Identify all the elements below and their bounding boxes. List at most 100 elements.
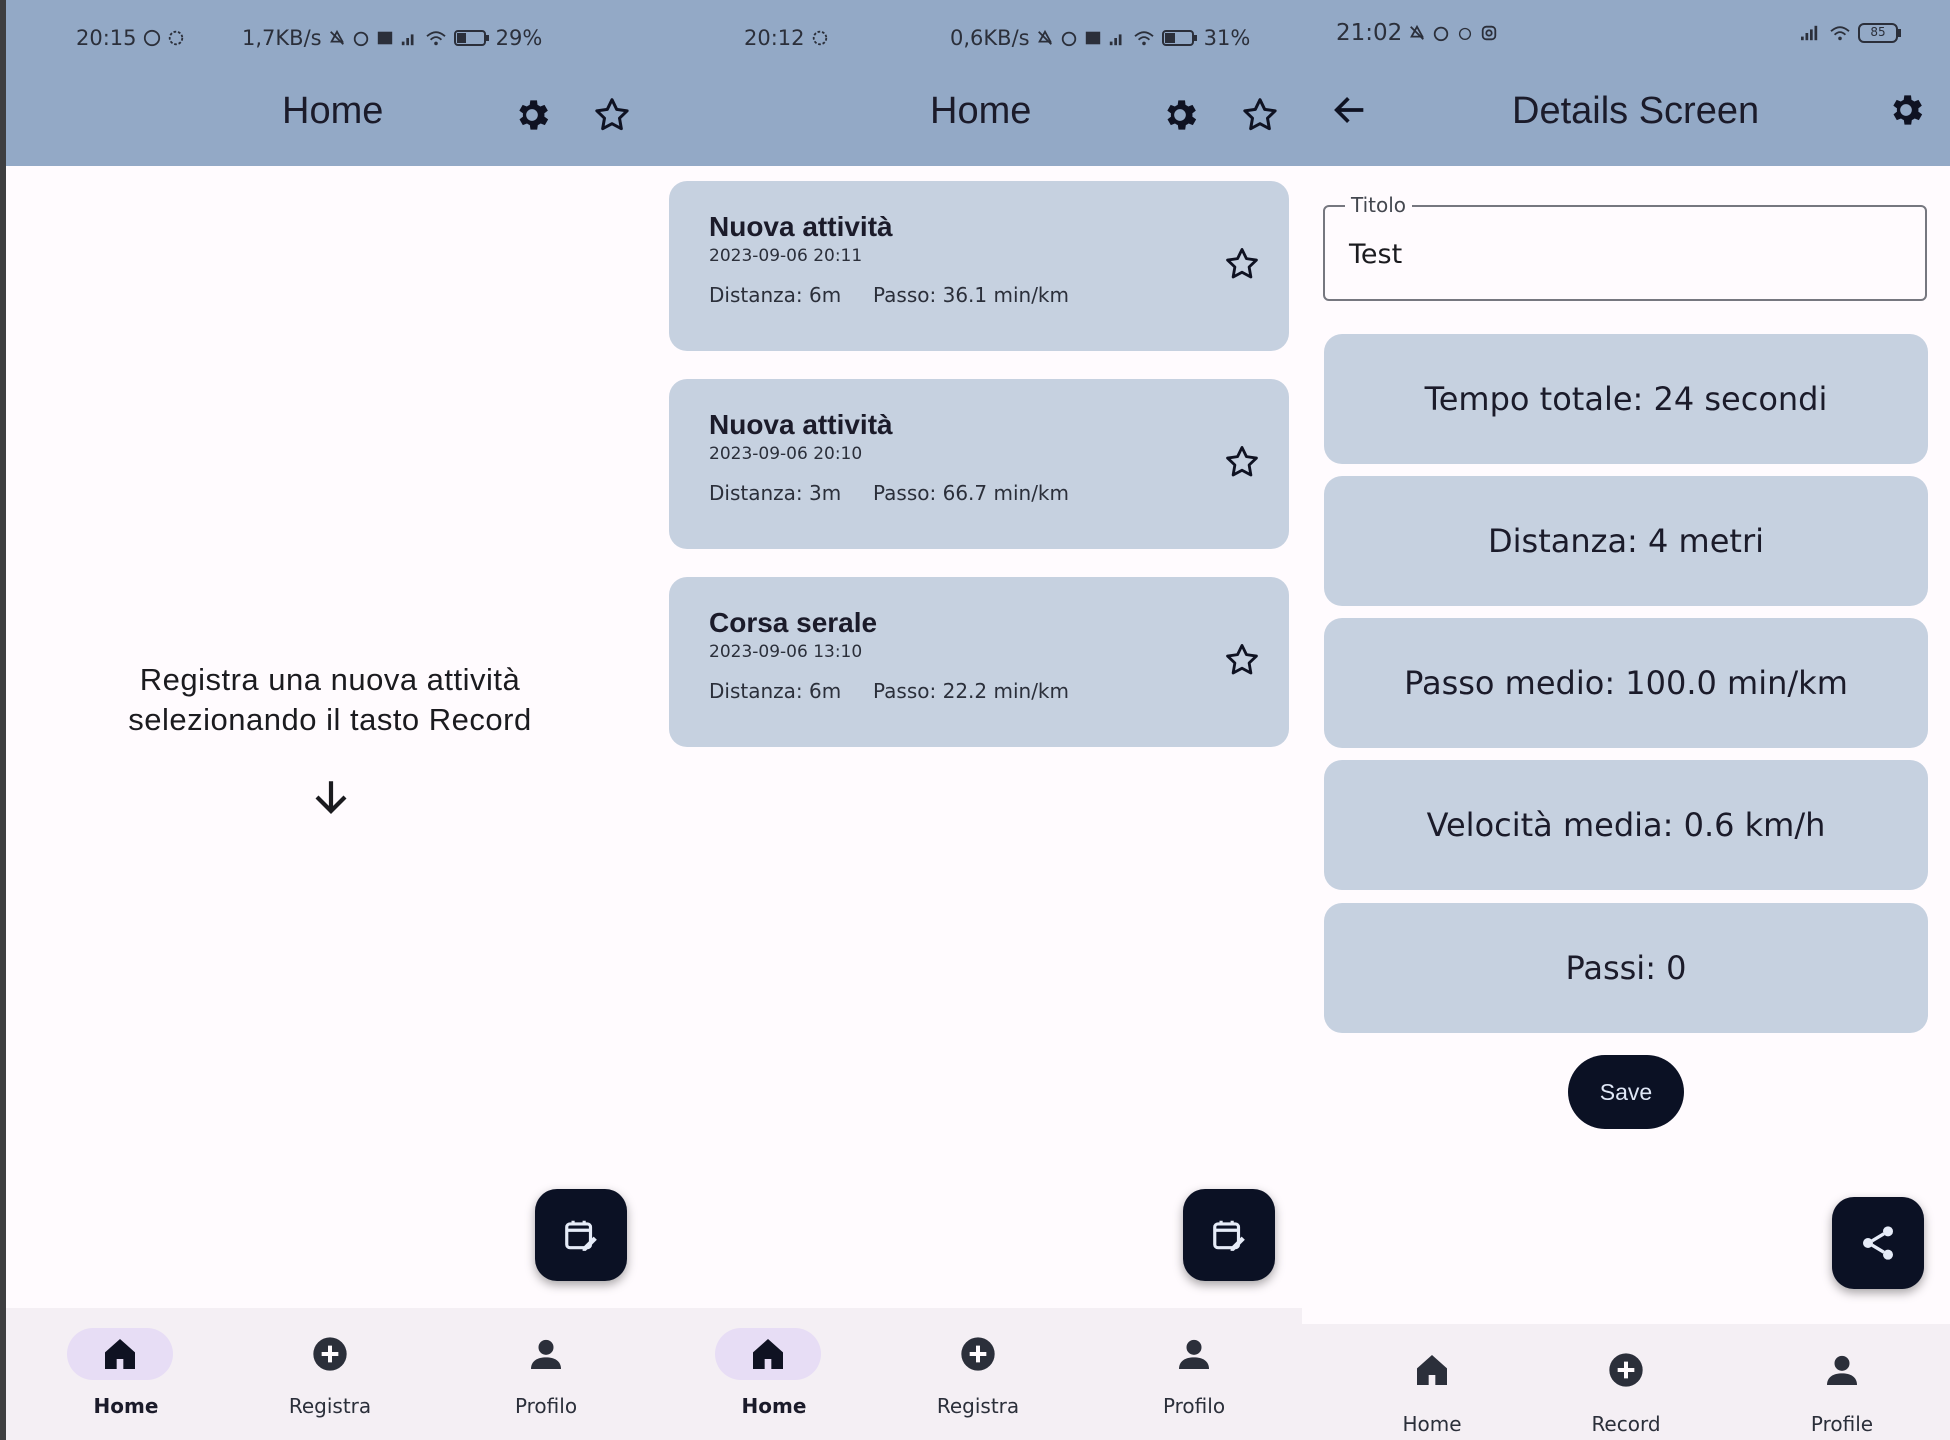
nav-item-registra[interactable]: Registra <box>260 1308 400 1440</box>
nav-label-profilo: Profilo <box>514 1394 578 1418</box>
battery-icon: 85 <box>1858 22 1902 44</box>
star-icon[interactable] <box>1223 641 1261 679</box>
nav-item-home[interactable]: Home <box>1362 1324 1502 1440</box>
favorites-star-icon[interactable] <box>1240 95 1280 135</box>
wifi-icon <box>1830 26 1850 41</box>
page-title: Home <box>930 90 1032 132</box>
nav-item-registra[interactable]: Registra <box>908 1308 1048 1440</box>
person-icon <box>1827 1355 1857 1385</box>
settings-status-icon <box>812 30 827 46</box>
volte-icon <box>1085 31 1100 45</box>
add-circle-icon <box>313 1337 347 1371</box>
status-left: 20:15 <box>76 26 185 50</box>
calendar-edit-icon <box>565 1220 597 1251</box>
home-list-screen: 20:12 0,6KB/s 31% Home Nuova attività 20… <box>654 0 1302 1440</box>
title-field-value[interactable]: Test <box>1349 239 1402 270</box>
calendar-edit-fab[interactable] <box>535 1189 627 1281</box>
stat-total-time: Tempo totale: 24 secondi <box>1324 334 1928 464</box>
alarm-icon <box>1459 27 1472 40</box>
home-icon <box>1417 1355 1447 1385</box>
nav-label-home: Home <box>741 1394 807 1418</box>
status-right: 0,6KB/s 31% <box>950 26 1250 50</box>
activity-date: 2023-09-06 13:10 <box>709 642 863 662</box>
activity-date: 2023-09-06 20:11 <box>709 246 863 266</box>
status-battery: 85 <box>1870 25 1886 39</box>
top-app-bar: Home <box>6 80 654 166</box>
status-network-speed: 1,7KB/s <box>242 26 322 50</box>
nav-label-registra: Registra <box>288 1394 372 1418</box>
top-app-bar: Home <box>654 80 1302 166</box>
home-empty-screen: 20:15 1,7KB/s 29% Home Registra una nuov… <box>6 0 654 1440</box>
empty-state-line-2: selezionando il tasto Record <box>128 702 532 737</box>
add-circle-icon <box>1609 1353 1643 1387</box>
home-icon <box>753 1339 783 1369</box>
status-bar: 20:12 0,6KB/s 31% <box>654 0 1302 80</box>
wifi-icon <box>425 31 446 46</box>
star-icon[interactable] <box>1223 443 1261 481</box>
share-fab[interactable] <box>1832 1197 1924 1289</box>
arrow-down-icon <box>315 781 347 814</box>
stat-average-pace: Passo medio: 100.0 min/km <box>1324 618 1928 748</box>
activity-card[interactable]: Nuova attività 2023-09-06 20:11 Distanza… <box>669 181 1289 351</box>
top-app-bar: Details Screen <box>1302 80 1950 166</box>
whatsapp-icon <box>143 29 160 47</box>
bottom-navigation: Home Registra Profilo <box>6 1308 654 1440</box>
back-arrow-icon[interactable] <box>1330 90 1370 130</box>
mute-icon <box>1037 29 1052 45</box>
nav-label-registra: Registra <box>936 1394 1020 1418</box>
settings-icon[interactable] <box>512 95 552 135</box>
activity-distance: Distanza: 6m <box>709 283 842 307</box>
activity-pace: Passo: 36.1 min/km <box>873 283 1069 307</box>
status-network-speed: 0,6KB/s <box>950 26 1030 50</box>
settings-icon[interactable] <box>1886 90 1926 130</box>
instagram-icon <box>1482 25 1497 41</box>
status-right: 1,7KB/s 29% <box>242 26 542 50</box>
mute-icon <box>1410 24 1425 40</box>
save-button[interactable]: Save <box>1568 1055 1684 1129</box>
nav-label-record: Record <box>1591 1412 1661 1436</box>
activity-distance: Distanza: 6m <box>709 679 842 703</box>
volte-icon <box>377 31 392 45</box>
alarm-icon <box>353 31 368 47</box>
status-right: 85 <box>1798 22 1902 44</box>
activity-date: 2023-09-06 20:10 <box>709 444 863 464</box>
title-field[interactable]: Titolo Test <box>1323 193 1927 301</box>
empty-state-line-1: Registra una nuova attività <box>139 662 521 697</box>
add-circle-icon <box>961 1337 995 1371</box>
person-icon <box>1179 1339 1209 1369</box>
bottom-navigation: Home Registra Profilo <box>654 1308 1302 1440</box>
status-time: 20:12 <box>744 26 805 50</box>
empty-state-message: Registra una nuova attività selezionando… <box>6 660 654 740</box>
settings-icon[interactable] <box>1160 95 1200 135</box>
signal-icon <box>1801 25 1818 41</box>
person-icon <box>531 1339 561 1369</box>
status-time: 21:02 <box>1336 20 1403 46</box>
status-battery: 31% <box>1203 26 1251 50</box>
settings-status-icon <box>168 30 183 46</box>
page-title: Details Screen <box>1512 90 1760 132</box>
nav-item-record[interactable]: Record <box>1556 1324 1696 1440</box>
nav-label-profilo: Profilo <box>1162 1394 1226 1418</box>
page-title: Home <box>282 90 384 132</box>
nav-item-home[interactable]: Home <box>56 1308 196 1440</box>
activity-card[interactable]: Corsa serale 2023-09-06 13:10 Distanza: … <box>669 577 1289 747</box>
signal-icon <box>1109 34 1122 46</box>
star-icon[interactable] <box>1223 245 1261 283</box>
stat-average-speed: Velocità media: 0.6 km/h <box>1324 760 1928 890</box>
calendar-edit-fab[interactable] <box>1183 1189 1275 1281</box>
nav-item-profile[interactable]: Profile <box>1772 1324 1912 1440</box>
signal-icon <box>401 34 414 46</box>
nav-label-home: Home <box>93 1394 159 1418</box>
nav-item-home[interactable]: Home <box>704 1308 844 1440</box>
nav-item-profilo[interactable]: Profilo <box>1124 1308 1264 1440</box>
activity-pace: Passo: 22.2 min/km <box>873 679 1069 703</box>
favorites-star-icon[interactable] <box>592 95 632 135</box>
details-screen: 21:02 85 Details Screen Titolo Test Temp… <box>1302 0 1950 1440</box>
nav-item-profilo[interactable]: Profilo <box>476 1308 616 1440</box>
status-battery: 29% <box>495 26 543 50</box>
status-time: 20:15 <box>76 26 137 50</box>
activity-card[interactable]: Nuova attività 2023-09-06 20:10 Distanza… <box>669 379 1289 549</box>
status-left: 20:12 <box>744 26 829 50</box>
calendar-edit-icon <box>1213 1220 1245 1251</box>
stat-steps: Passi: 0 <box>1324 903 1928 1033</box>
